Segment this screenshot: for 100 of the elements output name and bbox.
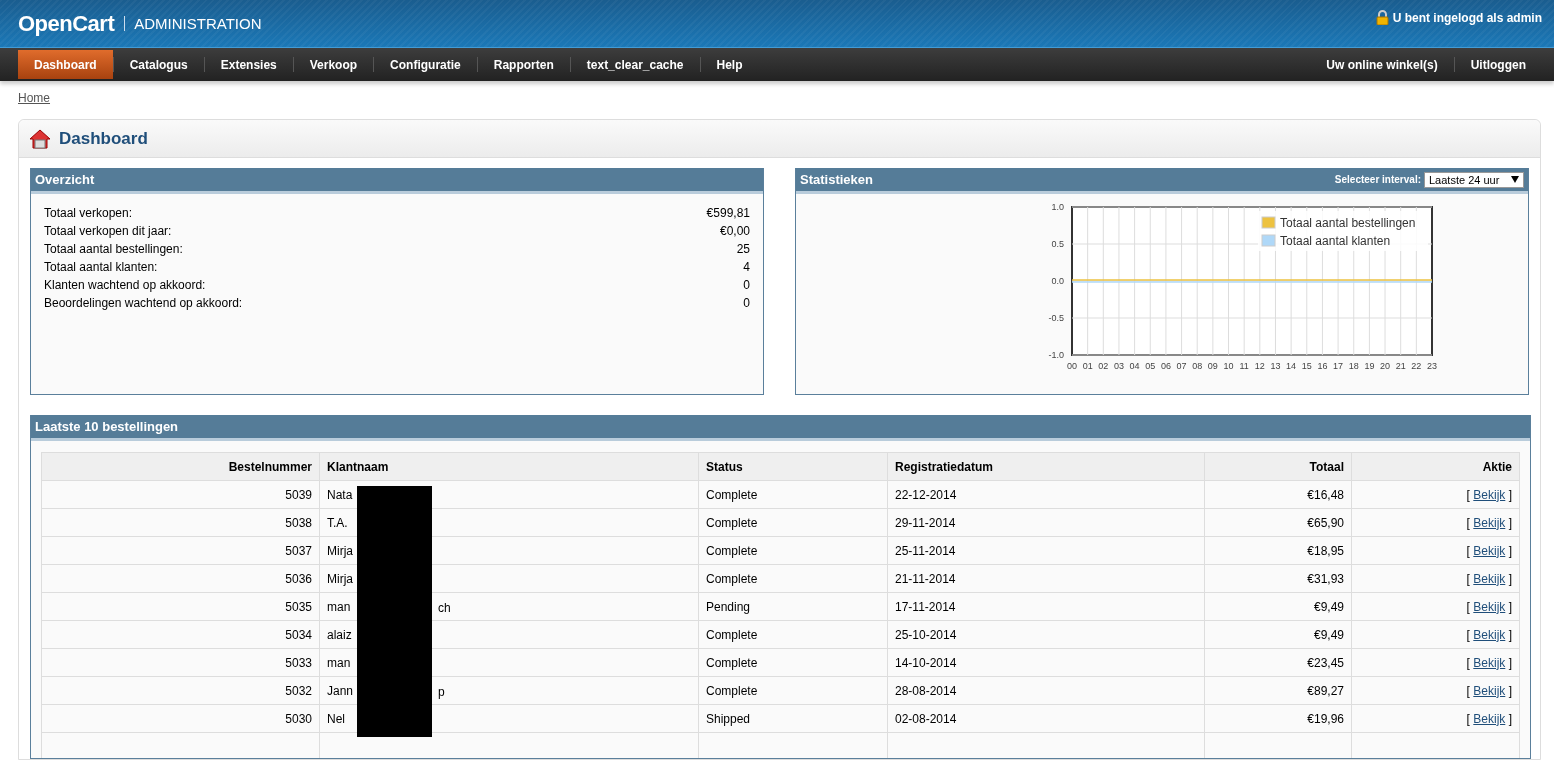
bracket: [ (1466, 627, 1470, 642)
table-cell: Complete (698, 620, 888, 649)
table-cell: €16,48 (1204, 480, 1352, 509)
table-cell: 5030 (41, 704, 320, 733)
bracket: [ (1466, 487, 1470, 502)
stat-value: €599,81 (706, 205, 750, 222)
stat-label: Totaal verkopen dit jaar: (44, 223, 172, 240)
menu-item[interactable]: Configuratie (374, 50, 477, 79)
column-header: Aktie (1351, 452, 1520, 481)
x-tick-label: 14 (1285, 361, 1296, 371)
stat-label: Totaal aantal bestellingen: (44, 241, 183, 258)
x-tick-label: 05 (1144, 361, 1155, 371)
table-cell: 5035 (41, 592, 320, 621)
table-cell: €9,49 (1204, 592, 1352, 621)
x-tick-label: 06 (1160, 361, 1171, 371)
x-tick-label: 15 (1301, 361, 1312, 371)
bracket: [ (1466, 515, 1470, 530)
stat-value: 0 (743, 295, 750, 312)
x-tick-label: 11 (1239, 361, 1249, 371)
menu-item[interactable]: Rapporten (477, 50, 570, 79)
x-tick-label: 09 (1207, 361, 1218, 371)
x-tick-label: 16 (1316, 361, 1327, 371)
table-cell: Complete (698, 480, 888, 509)
stat-value: 25 (736, 241, 750, 258)
table-cell: Shipped (698, 704, 888, 733)
view-link[interactable]: Bekijk (1473, 627, 1506, 642)
menu-link[interactable]: Uw online winkel(s) (1310, 50, 1454, 79)
table-cell: €18,95 (1204, 536, 1352, 565)
bracket: ] (1508, 571, 1512, 586)
table-cell: 5036 (41, 564, 320, 593)
stat-label: Klanten wachtend op akkoord: (44, 277, 206, 294)
login-status: U bent ingelogd als admin (1392, 10, 1542, 25)
stat-label: Totaal verkopen: (44, 205, 133, 222)
logo: OpenCart (18, 10, 115, 37)
bracket: ] (1508, 683, 1512, 698)
y-tick-label: 1.0 (1051, 203, 1064, 212)
x-tick-label: 07 (1176, 361, 1187, 371)
x-tick-label: 19 (1363, 361, 1374, 371)
table-cell: 22-12-2014 (887, 480, 1205, 509)
x-tick-label: 21 (1395, 361, 1406, 371)
table-cell: €9,49 (1204, 620, 1352, 649)
x-tick-label: 22 (1410, 361, 1421, 371)
menu-item[interactable]: Extensies (204, 50, 293, 79)
view-link[interactable]: Bekijk (1473, 543, 1506, 558)
table-cell: 14-10-2014 (887, 648, 1205, 677)
menu-item[interactable]: Verkoop (293, 50, 374, 79)
x-tick-label: 17 (1332, 361, 1343, 371)
table-cell: 28-08-2014 (887, 676, 1205, 705)
bracket: [ (1466, 571, 1470, 586)
menu-item[interactable]: Catalogus (113, 50, 204, 79)
stat-value: €0,00 (719, 223, 750, 240)
bracket: ] (1508, 543, 1512, 558)
y-tick-label: -0.5 (1048, 313, 1064, 323)
x-tick-label: 13 (1269, 361, 1280, 371)
bracket: ] (1508, 599, 1512, 614)
caret-icon (1511, 176, 1519, 183)
table-cell: €19,96 (1204, 704, 1352, 733)
table-cell: 25-10-2014 (887, 620, 1205, 649)
menu-link[interactable]: Uitloggen (1454, 50, 1542, 79)
x-tick-label: 00 (1066, 361, 1077, 371)
view-link[interactable]: Bekijk (1473, 655, 1506, 670)
table-cell: Complete (698, 508, 888, 537)
table-cell: €65,90 (1204, 508, 1352, 537)
bracket: ] (1508, 487, 1512, 502)
x-tick-label: 01 (1082, 361, 1093, 371)
table-cell: 02-08-2014 (887, 704, 1205, 733)
bracket: [ (1466, 711, 1470, 726)
table-cell: €89,27 (1204, 676, 1352, 705)
table-cell: Pending (698, 592, 888, 621)
view-link[interactable]: Bekijk (1473, 599, 1506, 614)
view-link[interactable]: Bekijk (1473, 515, 1506, 530)
table-cell: Complete (698, 536, 888, 565)
view-link[interactable]: Bekijk (1473, 487, 1506, 502)
interval-select[interactable]: Laatste 24 uur (1424, 171, 1524, 188)
legend-label: Totaal aantal klanten (1279, 234, 1390, 248)
view-link[interactable]: Bekijk (1473, 711, 1506, 726)
bracket: ] (1508, 711, 1512, 726)
x-tick-label: 18 (1348, 361, 1359, 371)
menu-item[interactable]: Dashboard (18, 50, 113, 79)
table-cell: Complete (698, 564, 888, 593)
bracket: [ (1466, 655, 1470, 670)
x-tick-label: 12 (1254, 361, 1265, 371)
stat-value: 0 (743, 277, 750, 294)
bracket: ] (1508, 515, 1512, 530)
table-cell: 5033 (41, 648, 320, 677)
page-title: Dashboard (59, 128, 148, 149)
column-header: Klantnaam (319, 452, 699, 481)
interval-label: Selecteer interval: (1334, 174, 1421, 185)
y-tick-label: 0.0 (1051, 276, 1064, 286)
table-cell: Complete (698, 676, 888, 705)
header-subtitle: ADMINISTRATION (124, 16, 262, 31)
x-tick-label: 03 (1113, 361, 1124, 371)
view-link[interactable]: Bekijk (1473, 683, 1506, 698)
menu-item[interactable]: Help (700, 50, 759, 79)
menu-item[interactable]: text_clear_cache (570, 50, 700, 79)
stat-label: Beoordelingen wachtend op akkoord: (44, 295, 243, 312)
view-link[interactable]: Bekijk (1473, 571, 1506, 586)
table-cell: 5039 (41, 480, 320, 509)
x-tick-label: 04 (1129, 361, 1140, 371)
breadcrumb-link[interactable]: Home (18, 91, 50, 105)
